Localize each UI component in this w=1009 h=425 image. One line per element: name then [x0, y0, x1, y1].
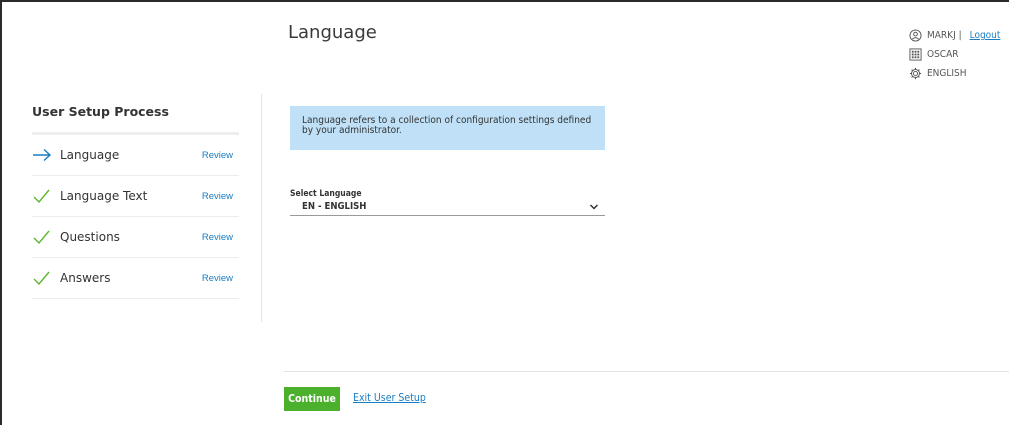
- step-language[interactable]: Language Review: [32, 135, 239, 176]
- step-label: Answers: [60, 271, 111, 285]
- sidebar-title: User Setup Process: [32, 98, 239, 135]
- sidebar-divider: [261, 94, 262, 322]
- continue-button[interactable]: Continue: [284, 387, 340, 411]
- username-label: MARKJ |: [927, 30, 962, 41]
- organization-row: OSCAR: [909, 45, 1000, 64]
- step-language-text[interactable]: Language Text Review: [32, 176, 239, 217]
- setup-process-sidebar: User Setup Process Language Review Langu…: [32, 98, 239, 299]
- organization-label: OSCAR: [927, 49, 959, 60]
- user-icon: [909, 29, 922, 42]
- logout-link[interactable]: Logout: [970, 30, 1001, 41]
- review-link[interactable]: Review: [202, 273, 233, 284]
- step-questions[interactable]: Questions Review: [32, 217, 239, 258]
- exit-user-setup-link[interactable]: Exit User Setup: [353, 392, 426, 404]
- building-icon: [909, 48, 922, 61]
- user-info-panel: MARKJ | Logout OSCAR ENGLISH: [909, 26, 1000, 83]
- gear-icon: [909, 67, 922, 80]
- chevron-down-icon: [589, 204, 599, 210]
- language-row: ENGLISH: [909, 64, 1000, 83]
- language-label: ENGLISH: [927, 68, 967, 79]
- info-message: Language refers to a collection of confi…: [290, 106, 605, 150]
- check-icon: [32, 188, 58, 204]
- select-value: EN - ENGLISH: [302, 201, 367, 212]
- review-link[interactable]: Review: [202, 232, 233, 243]
- select-language-label: Select Language: [290, 189, 362, 199]
- step-answers[interactable]: Answers Review: [32, 258, 239, 299]
- app-frame: Language MARKJ | Logout OSCAR ENGLISH Us…: [0, 0, 1009, 425]
- check-icon: [32, 270, 58, 286]
- step-label: Language: [60, 148, 120, 162]
- language-select[interactable]: EN - ENGLISH: [290, 200, 605, 216]
- user-row: MARKJ | Logout: [909, 26, 1000, 45]
- review-link[interactable]: Review: [202, 150, 233, 161]
- review-link[interactable]: Review: [202, 191, 233, 202]
- arrow-right-icon: [32, 147, 58, 163]
- footer-divider: [284, 371, 1009, 372]
- page-title: Language: [288, 22, 377, 43]
- step-label: Questions: [60, 230, 120, 244]
- check-icon: [32, 229, 58, 245]
- step-label: Language Text: [60, 189, 148, 203]
